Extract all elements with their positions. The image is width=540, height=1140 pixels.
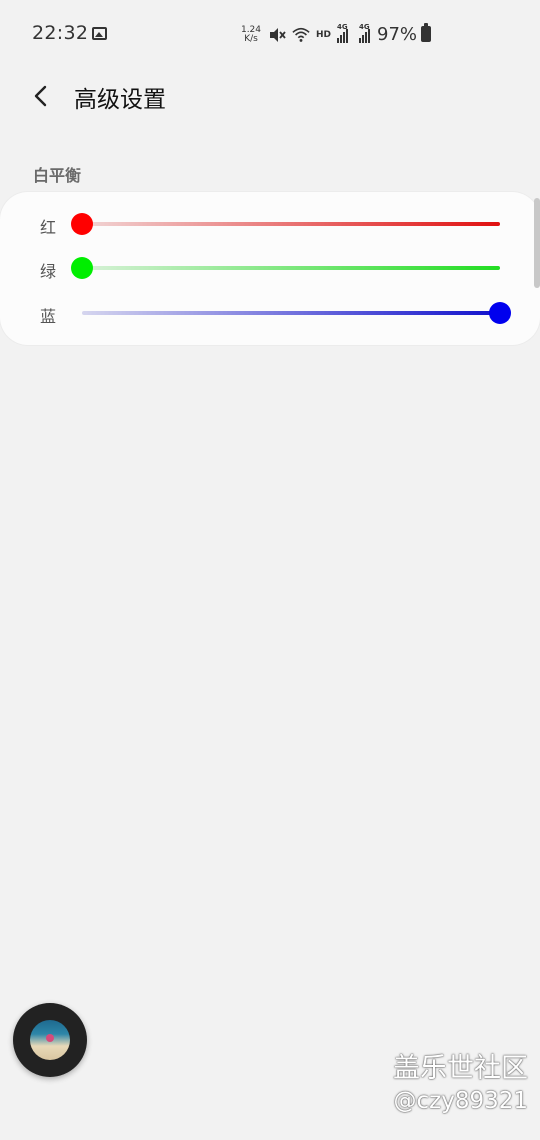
mute-icon [270, 28, 286, 42]
watermark-title: 盖乐世社区 [393, 1053, 528, 1084]
sim1-network-label: 4G [337, 23, 348, 31]
page-title: 高级设置 [74, 87, 166, 113]
screen: 22:32 1.24 K/s HD 4G 4G 97% 高级设置 白平衡 红 绿… [0, 0, 540, 1140]
floating-media-icon [30, 1020, 70, 1060]
slider-thumb-green[interactable] [71, 257, 93, 279]
net-speed: 1.24 K/s [240, 26, 262, 44]
sim2-network-label: 4G [359, 23, 370, 31]
back-button[interactable] [22, 76, 62, 116]
gallery-icon [92, 27, 107, 40]
status-time: 22:32 [32, 22, 89, 44]
slider-track-red[interactable] [82, 222, 500, 226]
section-title-white-balance: 白平衡 [33, 166, 82, 185]
app-header: 高级设置 [0, 68, 540, 124]
slider-track-blue[interactable] [82, 311, 500, 315]
wifi-icon [292, 27, 310, 42]
battery-icon [421, 23, 431, 42]
back-arrow-icon [34, 85, 47, 107]
watermark: 盖乐世社区 @czy89321 [393, 1052, 528, 1116]
hd-label: HD [316, 30, 332, 40]
status-icons: 1.24 K/s HD 4G 4G [240, 23, 375, 46]
slider-track-green[interactable] [82, 266, 500, 270]
signal-icon-sim1: 4G [337, 23, 353, 43]
floating-media-button[interactable] [13, 1003, 87, 1077]
slider-row-red: 红 [0, 204, 540, 244]
scrollbar[interactable] [534, 198, 540, 288]
slider-label-red: 红 [40, 218, 57, 237]
slider-thumb-blue[interactable] [489, 302, 511, 324]
slider-row-green: 绿 [0, 248, 540, 288]
signal-icon-sim2: 4G [359, 23, 375, 43]
slider-label-blue: 蓝 [40, 307, 57, 326]
slider-thumb-red[interactable] [71, 213, 93, 235]
slider-row-blue: 蓝 [0, 293, 540, 333]
watermark-user: @czy89321 [393, 1088, 529, 1114]
slider-label-green: 绿 [40, 262, 57, 281]
status-bar: 22:32 1.24 K/s HD 4G 4G 97% [0, 0, 540, 68]
net-speed-unit: K/s [244, 34, 258, 44]
battery-percent: 97% [377, 24, 418, 45]
white-balance-card: 红 绿 蓝 [0, 192, 540, 345]
